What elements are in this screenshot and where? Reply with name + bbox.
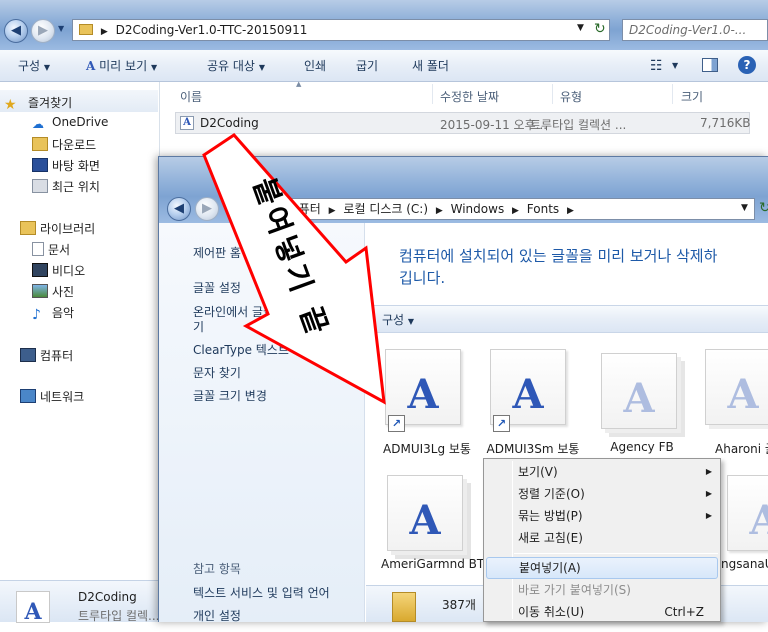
annotation-arrow bbox=[202, 133, 386, 405]
